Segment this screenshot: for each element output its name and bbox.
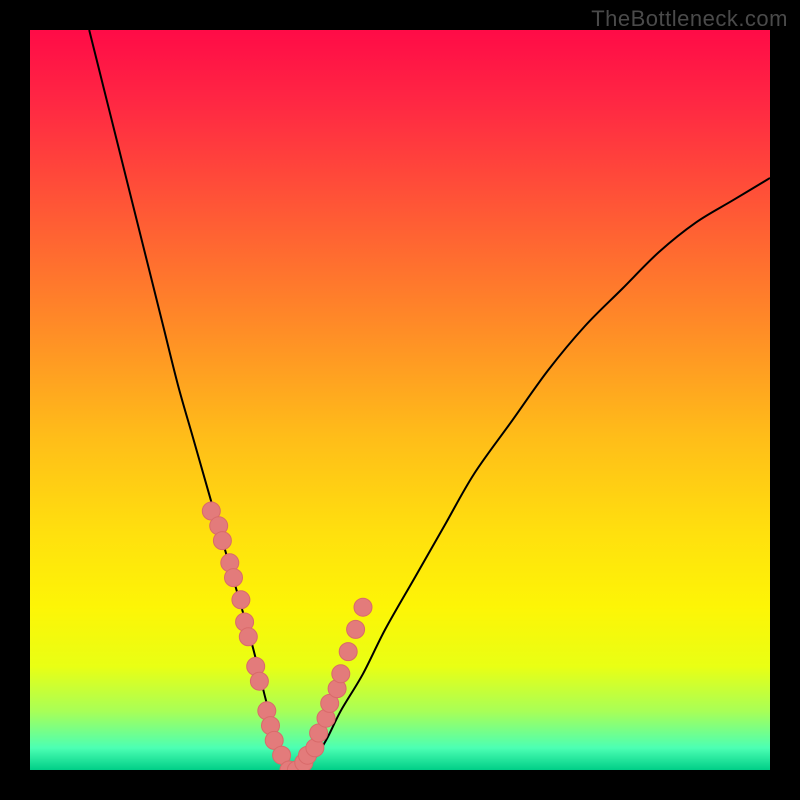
data-point	[232, 591, 250, 609]
data-point	[225, 569, 243, 587]
data-point	[354, 598, 372, 616]
data-point	[347, 620, 365, 638]
watermark-text: TheBottleneck.com	[591, 6, 788, 32]
gradient-background	[30, 30, 770, 770]
data-point	[332, 665, 350, 683]
chart-svg	[30, 30, 770, 770]
chart-plot-area	[30, 30, 770, 770]
data-point	[239, 628, 257, 646]
data-point	[250, 672, 268, 690]
chart-container: TheBottleneck.com	[0, 0, 800, 800]
data-point	[339, 643, 357, 661]
data-point	[213, 532, 231, 550]
